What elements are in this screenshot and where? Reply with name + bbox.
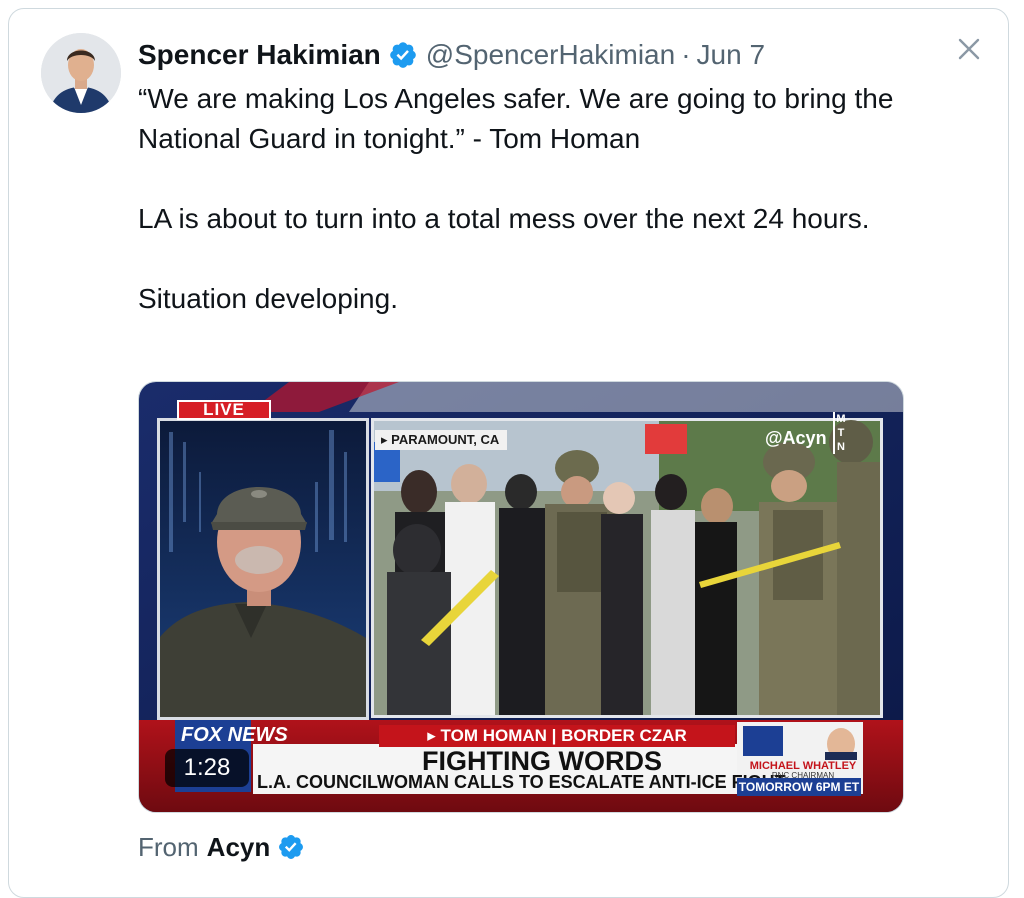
- from-label: From: [138, 832, 199, 862]
- video-watermark: @Acyn: [765, 428, 827, 448]
- verified-badge-icon: [279, 835, 304, 859]
- live-badge: LIVE: [177, 400, 271, 420]
- author-avatar[interactable]: [41, 33, 121, 113]
- lower-third-subheadline: L.A. COUNCILWOMAN CALLS TO ESCALATE ANTI…: [257, 772, 786, 792]
- separator-dot: ·: [681, 39, 691, 70]
- tweet-paragraph: Situation developing.: [138, 283, 398, 314]
- tweet-paragraph: LA is about to turn into a total mess ov…: [138, 203, 870, 234]
- watermark-badge: M T N: [833, 412, 847, 454]
- from-account-link[interactable]: Acyn: [207, 831, 271, 863]
- location-label: ▸ PARAMOUNT, CA: [375, 430, 508, 450]
- tweet-paragraph: “We are making Los Angeles safer. We are…: [138, 83, 894, 154]
- lower-third-strap: ▸ TOM HOMAN | BORDER CZAR: [379, 725, 735, 747]
- verified-badge-icon: [389, 42, 416, 68]
- promo-time: TOMORROW 6PM ET: [737, 778, 861, 796]
- author-name[interactable]: Spencer Hakimian: [138, 37, 381, 73]
- video-attribution: From Acyn: [138, 831, 305, 863]
- tweet-text: “We are making Los Angeles safer. We are…: [138, 79, 928, 319]
- video-player[interactable]: LIVE ▸ PARAMOUNT, CA @Acyn M T N FOX NEW…: [138, 381, 904, 813]
- tweet-card[interactable]: Spencer Hakimian @SpencerHakimian · Jun …: [8, 8, 1009, 898]
- video-duration-badge: 1:28: [165, 749, 249, 787]
- author-handle[interactable]: @SpencerHakimian: [426, 37, 675, 73]
- close-icon[interactable]: [955, 35, 983, 63]
- tweet-header: Spencer Hakimian @SpencerHakimian · Jun …: [138, 37, 765, 73]
- tweet-date[interactable]: Jun 7: [697, 37, 766, 73]
- network-logo: FOX NEWS: [181, 724, 288, 746]
- avatar-photo: [41, 33, 121, 113]
